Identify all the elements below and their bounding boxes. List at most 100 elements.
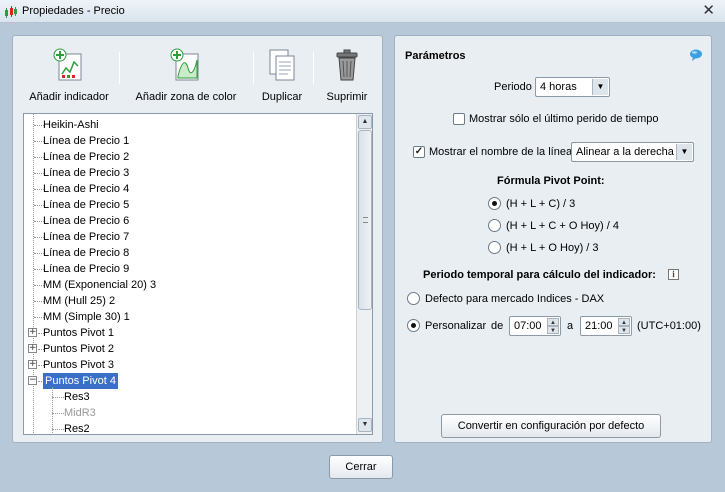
tree-item[interactable]: Línea de Precio 1 [24,133,354,149]
add-indicator-label: Añadir indicador [29,91,109,103]
period-value: 4 horas [540,81,577,93]
tree-item[interactable]: Línea de Precio 6 [24,213,354,229]
formula-label-2: (H + L + C + O Hoy) / 4 [506,220,619,232]
formula-radio-2[interactable] [488,219,501,232]
tree-guide-line [52,387,53,434]
tree-item-label: Res2 [64,423,90,435]
to-time-stepper[interactable]: ▲ ▼ [618,318,630,334]
chart-app-icon [5,6,17,18]
convert-default-button[interactable]: Convertir en configuración por defecto [441,414,661,438]
scroll-up-icon[interactable]: ▲ [358,115,372,129]
tree-item[interactable]: MM (Exponencial 20) 3 [24,277,354,293]
spin-down-icon[interactable]: ▼ [547,326,559,334]
tree-item-label: Línea de Precio 5 [43,199,130,211]
tree-item[interactable]: MM (Hull 25) 2 [24,293,354,309]
scrollbar-thumb[interactable] [358,130,372,310]
expand-icon[interactable]: + [28,360,37,369]
add-indicator-icon [53,48,82,81]
tree-item[interactable]: Línea de Precio 4 [24,181,354,197]
temporal-title: Periodo temporal para cálculo del indica… [423,269,656,281]
toolbar-divider [313,52,314,84]
tree-item-label: MM (Exponencial 20) 3 [43,279,157,291]
close-button[interactable]: Cerrar [329,455,393,479]
formula-radio-3[interactable] [488,241,501,254]
tree-item[interactable]: Línea de Precio 8 [24,245,354,261]
collapse-icon[interactable]: − [28,376,37,385]
tree-scrollbar[interactable]: ▲ ▼ [356,114,372,434]
spin-down-icon[interactable]: ▼ [618,326,630,334]
to-time-value: 21:00 [585,320,613,332]
tree-item[interactable]: Heikin-Ashi [24,117,354,133]
chevron-down-icon[interactable]: ▼ [592,79,608,95]
tree-branch-line [52,429,64,430]
tree-item[interactable]: Línea de Precio 7 [24,229,354,245]
period-select[interactable]: 4 horas ▼ [535,77,610,97]
properties-dialog: Añadir indicador Añadir zona de color Du… [0,23,725,492]
tree-item-label: Puntos Pivot 1 [43,327,114,339]
chevron-down-icon[interactable]: ▼ [676,144,692,160]
tree-item-label: MM (Hull 25) 2 [43,295,116,307]
duplicate-icon [269,49,295,81]
indicator-tree[interactable]: Heikin-Ashi Línea de Precio 1 Línea de Pre… [23,113,373,435]
tree-item-label: Puntos Pivot 2 [43,343,114,355]
customize-label: Personalizar [425,320,487,332]
to-label: a [567,320,574,332]
tree-item[interactable]: + Puntos Pivot 3 [24,357,354,373]
tree-child-item[interactable]: Res3 [24,389,354,405]
tree-item[interactable]: + Puntos Pivot 1 [24,325,354,341]
tree-item-label: Línea de Precio 9 [43,263,130,275]
delete-label: Suprimir [326,91,368,103]
spin-up-icon[interactable]: ▲ [547,318,559,326]
tree-item[interactable]: MM (Simple 30) 1 [24,309,354,325]
tree-item-label: Línea de Precio 6 [43,215,130,227]
tree-item-label: Línea de Precio 7 [43,231,130,243]
formula-radio-1[interactable] [488,197,501,210]
align-value: Alinear a la derecha [576,146,674,158]
show-line-name-label: Mostrar el nombre de la línea [429,146,573,158]
formula-label-3: (H + L + O Hoy) / 3 [506,242,599,254]
default-market-label: Defecto para mercado Indices - DAX [425,293,605,305]
tree-child-item[interactable]: MidR3 [24,405,354,421]
default-market-radio[interactable] [407,292,420,305]
add-indicator-button[interactable]: Añadir indicador [19,48,119,103]
trash-icon [336,49,358,81]
window-title: Propiedades - Precio [22,5,125,17]
tree-item[interactable]: − Puntos Pivot 4 [24,373,354,389]
duplicate-label: Duplicar [261,91,303,103]
info-icon[interactable]: i [668,269,679,280]
from-time-stepper[interactable]: ▲ ▼ [547,318,559,334]
from-time-value: 07:00 [514,320,542,332]
tree-item[interactable]: Línea de Precio 3 [24,165,354,181]
tree-child-item[interactable]: Res2 [24,421,354,435]
to-time-input[interactable]: 21:00 ▲ ▼ [580,316,632,336]
period-label: Periodo [494,81,532,93]
tree-item-label: MidR3 [64,407,96,419]
delete-button[interactable]: Suprimir [319,48,375,103]
tree-item[interactable]: Línea de Precio 9 [24,261,354,277]
spin-up-icon[interactable]: ▲ [618,318,630,326]
add-color-zone-button[interactable]: Añadir zona de color [128,48,244,103]
help-bubble-icon[interactable] [689,49,703,61]
show-last-period-label: Mostrar sólo el último perido de tiempo [469,113,659,125]
expand-icon[interactable]: + [28,344,37,353]
close-window-icon[interactable]: ✕ [702,1,715,19]
from-time-input[interactable]: 07:00 ▲ ▼ [509,316,561,336]
tree-item[interactable]: Línea de Precio 2 [24,149,354,165]
expand-icon[interactable]: + [28,328,37,337]
tree-item[interactable]: + Puntos Pivot 2 [24,341,354,357]
tree-item-label: Línea de Precio 1 [43,135,130,147]
scroll-down-icon[interactable]: ▼ [358,418,372,432]
show-line-name-checkbox[interactable]: ✓ [413,146,425,158]
align-select[interactable]: Alinear a la derecha ▼ [571,142,694,162]
tree-item-label: Línea de Precio 4 [43,183,130,195]
tree-item-label: Heikin-Ashi [43,119,99,131]
formula-label-1: (H + L + C) / 3 [506,198,576,210]
from-label: de [491,320,504,332]
grip-icon [363,217,368,223]
add-color-zone-icon [170,48,199,81]
show-last-period-checkbox[interactable] [453,113,465,125]
tree-item[interactable]: Línea de Precio 5 [24,197,354,213]
customize-radio[interactable] [407,319,420,332]
tree-item-label: Res3 [64,391,90,403]
duplicate-button[interactable]: Duplicar [257,48,307,103]
